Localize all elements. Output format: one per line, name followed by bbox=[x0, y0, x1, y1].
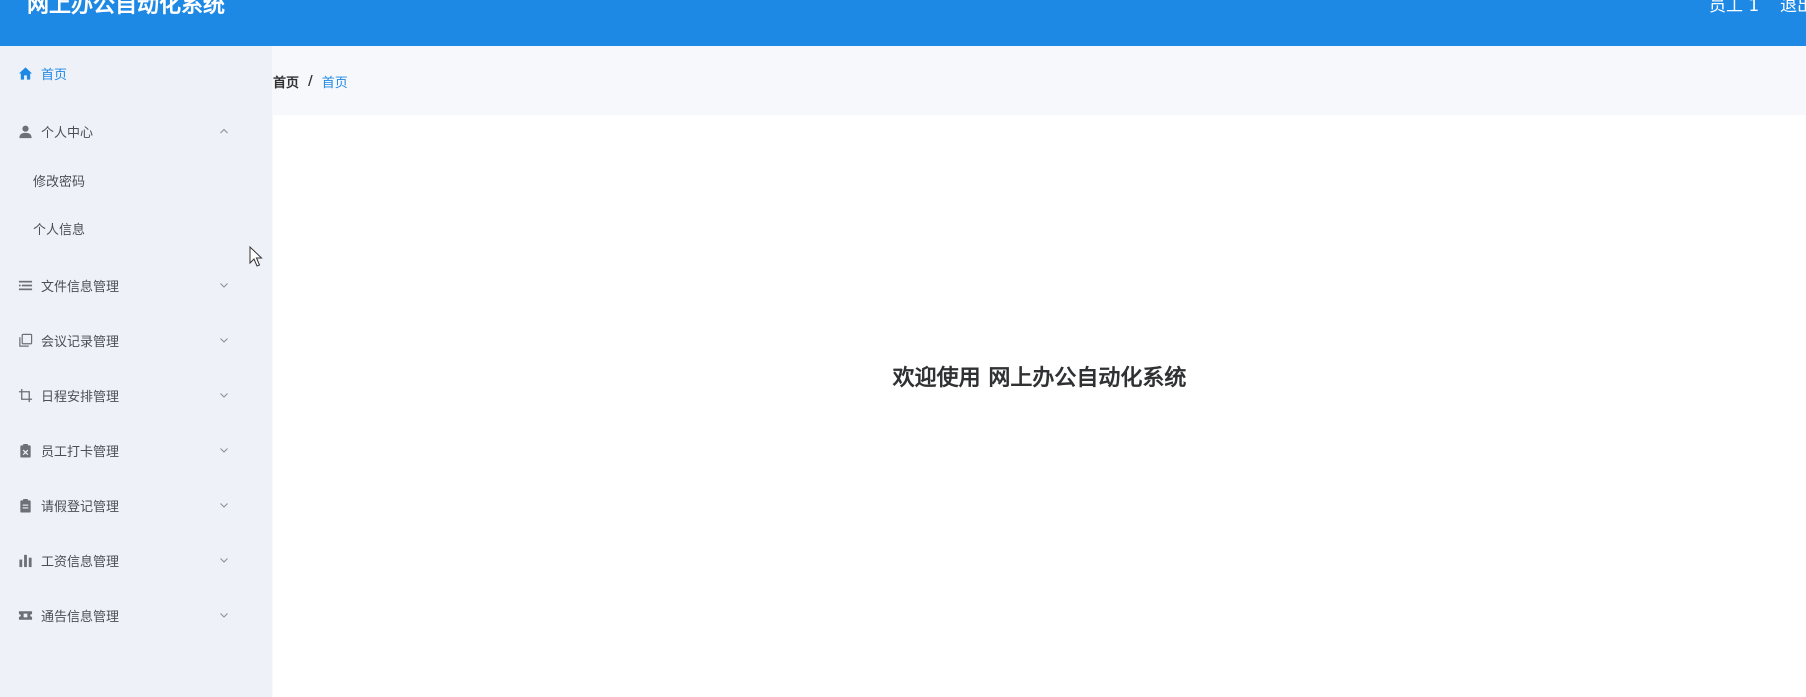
sidebar-item-personal-center[interactable]: 个人中心 bbox=[0, 106, 272, 156]
app-title: 网上办公自动化系统 bbox=[27, 0, 226, 18]
submenu-item-label: 个人信息 bbox=[33, 223, 86, 238]
home-icon bbox=[17, 65, 33, 81]
crop-icon bbox=[17, 387, 33, 403]
sidebar-item-salary-management[interactable]: 工资信息管理 bbox=[0, 535, 272, 585]
submenu-item-personal-info[interactable]: 个人信息 bbox=[0, 203, 272, 251]
user-name[interactable]: 员工 1 bbox=[1709, 0, 1759, 16]
top-header: 网上办公自动化系统 员工 1 退出 bbox=[0, 0, 1806, 46]
sidebar-item-label: 会议记录管理 bbox=[41, 334, 120, 350]
breadcrumb-home-link[interactable]: 首页 bbox=[273, 72, 299, 91]
chevron-down-icon bbox=[220, 393, 228, 398]
chevron-down-icon bbox=[220, 448, 228, 453]
chevron-up-icon bbox=[220, 128, 228, 134]
sidebar-item-label: 首页 bbox=[41, 67, 68, 83]
chevron-down-icon bbox=[220, 338, 228, 343]
sidebar-item-home[interactable]: 首页 bbox=[0, 48, 272, 98]
sidebar-item-leave-management[interactable]: 请假登记管理 bbox=[0, 480, 272, 530]
sidebar-item-file-management[interactable]: 文件信息管理 bbox=[0, 260, 272, 310]
bar-chart-icon bbox=[17, 552, 33, 568]
sidebar-item-meeting-records[interactable]: 会议记录管理 bbox=[0, 315, 272, 365]
sidebar-item-label: 通告信息管理 bbox=[41, 609, 120, 625]
chevron-down-icon bbox=[220, 283, 228, 288]
chevron-down-icon bbox=[220, 613, 228, 618]
sidebar-item-label: 工资信息管理 bbox=[41, 554, 120, 570]
breadcrumb-current: 首页 bbox=[321, 76, 348, 91]
main-panel: 欢迎使用 网上办公自动化系统 bbox=[273, 115, 1806, 697]
welcome-message: 欢迎使用 网上办公自动化系统 bbox=[892, 366, 1187, 391]
breadcrumb: 首页 / 首页 bbox=[273, 72, 348, 91]
chevron-down-icon bbox=[220, 503, 228, 508]
sidebar-item-schedule-management[interactable]: 日程安排管理 bbox=[0, 370, 272, 420]
sidebar-item-notice-management[interactable]: 通告信息管理 bbox=[0, 590, 272, 640]
sidebar-item-label: 个人中心 bbox=[41, 125, 94, 141]
ticket-icon bbox=[17, 607, 33, 623]
copy-icon bbox=[17, 332, 33, 348]
sidebar-item-label: 文件信息管理 bbox=[41, 279, 120, 295]
submenu-item-label: 修改密码 bbox=[33, 175, 86, 190]
submenu-item-change-password[interactable]: 修改密码 bbox=[0, 155, 272, 203]
sidebar-item-attendance-management[interactable]: 员工打卡管理 bbox=[0, 425, 272, 475]
chevron-down-icon bbox=[220, 558, 228, 563]
mouse-cursor-icon bbox=[249, 246, 263, 267]
breadcrumb-separator: / bbox=[308, 74, 313, 89]
sidebar: 首页 个人中心 修改密码 个人信息 文件信息管理 会议记录管理 日程安排管理 员… bbox=[0, 46, 272, 697]
user-icon bbox=[17, 123, 33, 139]
logout-button[interactable]: 退出 bbox=[1780, 0, 1806, 16]
sidebar-item-label: 请假登记管理 bbox=[41, 499, 120, 515]
list-icon bbox=[17, 277, 33, 293]
sidebar-item-label: 员工打卡管理 bbox=[41, 444, 120, 460]
clipboard-x-icon bbox=[17, 442, 33, 458]
clipboard-icon bbox=[17, 497, 33, 513]
sidebar-item-label: 日程安排管理 bbox=[41, 389, 120, 405]
